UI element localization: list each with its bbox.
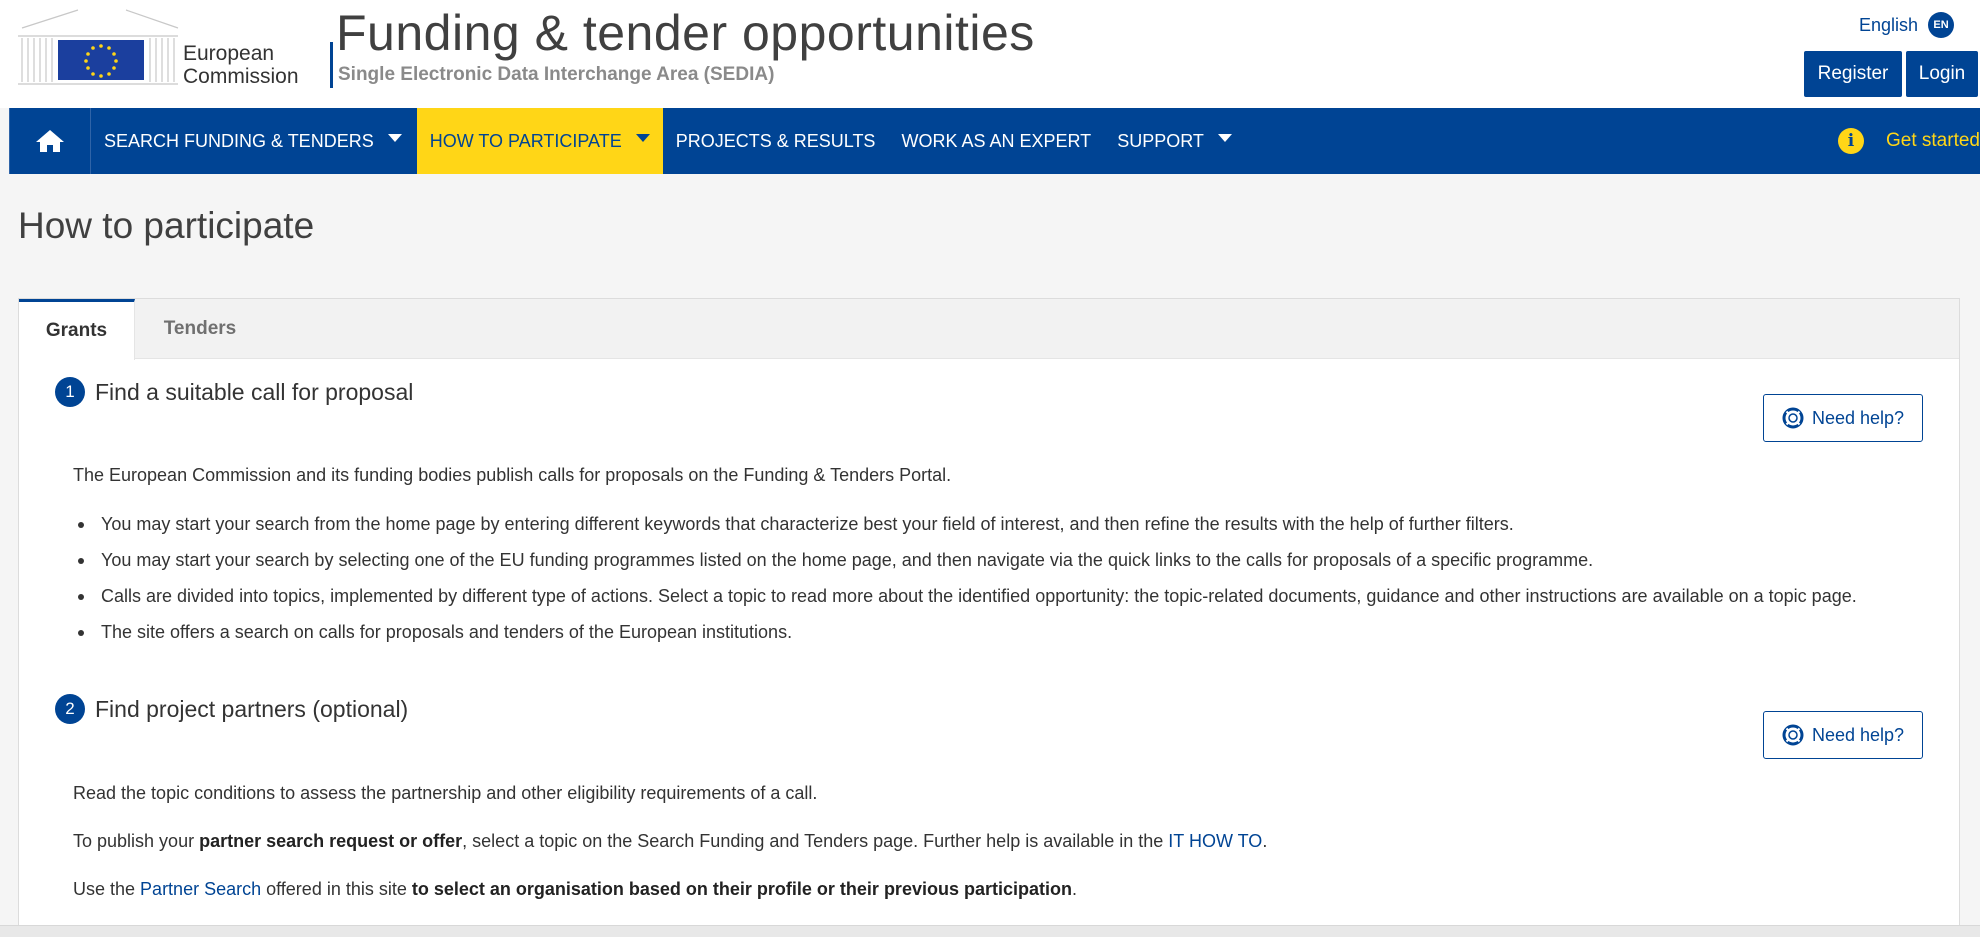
nav-work-as-expert[interactable]: WORK AS AN EXPERT [888,108,1104,174]
bottom-scroll-edge [0,925,1980,937]
nav-how-to-participate[interactable]: HOW TO PARTICIPATE [416,108,663,174]
european-commission-logo[interactable]: European Commission [18,6,333,88]
main-navigation: SEARCH FUNDING & TENDERS HOW TO PARTICIP… [9,108,1980,174]
text-segment: offered in this site [261,879,412,899]
need-help-button[interactable]: Need help? [1763,394,1923,442]
info-icon: i [1838,128,1864,154]
list-item: Calls are divided into topics, implement… [73,585,1857,621]
content-card: Grants Tenders 1 Find a suitable call fo… [18,298,1960,937]
caret-down-icon [635,134,650,142]
home-icon [36,130,64,152]
language-code-badge: EN [1928,12,1954,38]
step-2-paragraph-3: Use the Partner Search offered in this s… [73,879,1077,900]
nav-item-label: SUPPORT [1117,130,1204,151]
step-title: Find project partners (optional) [95,695,409,722]
text-segment: . [1262,831,1268,851]
nav-item-label: HOW TO PARTICIPATE [429,130,622,151]
lifebuoy-icon [1782,724,1804,746]
lifebuoy-icon [1782,407,1804,429]
caret-down-icon [387,134,402,142]
logo-line-2: Commission [183,65,299,88]
tab-grants[interactable]: Grants [19,299,135,360]
caret-down-icon [1217,134,1232,142]
step-1-bullet-list: You may start your search from the home … [73,513,1857,657]
site-title[interactable]: Funding & tender opportunities [336,4,1035,62]
ec-emblem-icon [18,6,179,88]
tab-tenders[interactable]: Tenders [135,299,265,359]
site-subtitle: Single Electronic Data Interchange Area … [338,64,775,85]
step-2-paragraph-1: Read the topic conditions to assess the … [73,783,818,803]
step-title: Find a suitable call for proposal [95,378,414,405]
nav-search-funding-tenders[interactable]: SEARCH FUNDING & TENDERS [91,108,415,174]
need-help-button[interactable]: Need help? [1763,711,1923,759]
text-segment: To publish your [73,831,200,851]
get-started-link[interactable]: i Get started [1838,108,1980,174]
nav-projects-results[interactable]: PROJECTS & RESULTS [663,108,889,174]
step-1-header: 1 Find a suitable call for proposal [55,377,413,407]
nav-item-label: WORK AS AN EXPERT [901,130,1092,151]
step-number-badge: 2 [55,694,85,724]
step-2-header: 2 Find project partners (optional) [55,694,408,724]
home-button[interactable] [9,108,91,174]
need-help-label: Need help? [1811,407,1905,428]
text-segment: . [1071,879,1077,899]
nav-item-label: SEARCH FUNDING & TENDERS [104,130,374,151]
bold-text: to select an organisation based on their… [411,879,1072,899]
step-1-intro: The European Commission and its funding … [73,465,952,485]
need-help-label: Need help? [1811,724,1905,745]
logo-line-1: European [183,42,275,65]
site-header: European Commission Funding & tender opp… [0,0,1980,108]
language-selector[interactable]: English EN [1859,12,1954,38]
nav-item-label: PROJECTS & RESULTS [675,130,876,151]
list-item: You may start your search from the home … [73,513,1857,549]
get-started-label: Get started [1886,130,1980,151]
language-label: English [1858,14,1918,35]
bold-text: partner search request or offer [199,831,463,851]
partner-search-link[interactable]: Partner Search [140,879,261,899]
text-segment: , select a topic on the Search Funding a… [462,831,1169,851]
text-segment: Use the [73,879,141,899]
page-title: How to participate [18,205,315,246]
list-item: You may start your search by selecting o… [73,549,1857,585]
logo-divider [330,42,333,88]
register-button[interactable]: Register [1804,51,1902,97]
step-number-badge: 1 [55,377,85,407]
logo-text: European Commission [183,42,299,88]
tab-bar: Grants Tenders [19,299,1959,360]
list-item: The site offers a search on calls for pr… [73,621,1857,657]
login-button[interactable]: Login [1906,51,1978,97]
step-2-paragraph-2: To publish your partner search request o… [73,831,1267,852]
it-how-to-link[interactable]: IT HOW TO [1168,831,1262,851]
nav-support[interactable]: SUPPORT [1104,108,1245,174]
